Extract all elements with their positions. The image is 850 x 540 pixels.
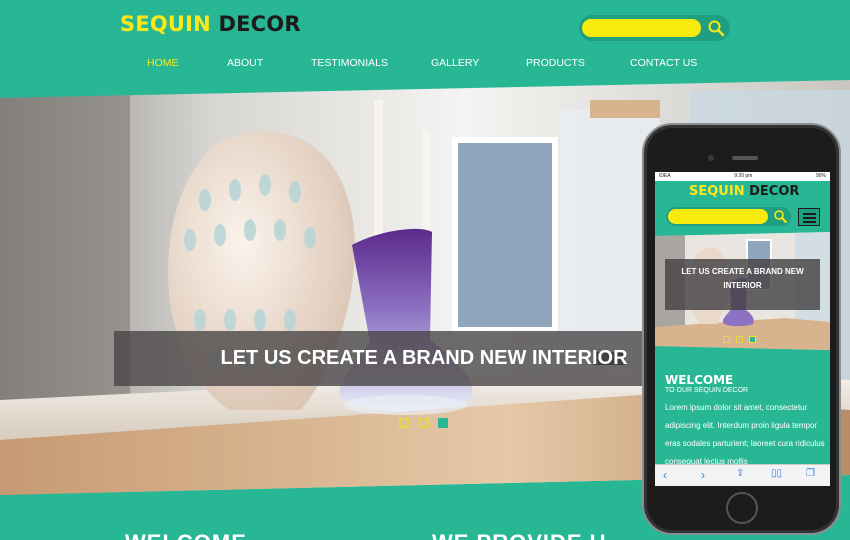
phone-search-input[interactable] bbox=[668, 209, 768, 224]
page: SEQUIN DECOR HOME ABOUT TESTIMONIALS GAL… bbox=[0, 0, 850, 540]
phone-hero-caption: LET US CREATE A BRAND NEW INTERIOR bbox=[665, 259, 820, 310]
phone-welcome-body: Lorem ipsum dolor sit amet, consectetur … bbox=[665, 403, 825, 466]
phone-search-bar bbox=[666, 207, 791, 226]
phone-status-bar: IDEA 9:20 pm 90% bbox=[655, 172, 830, 181]
phone-slider-dot-1[interactable] bbox=[723, 336, 730, 343]
provide-heading: WE PROVIDE U bbox=[432, 530, 607, 540]
phone-mockup: IDEA 9:20 pm 90% SEQUIN DECOR LET US CRE… bbox=[642, 123, 841, 535]
search-bar bbox=[579, 15, 730, 41]
phone-home-button[interactable] bbox=[726, 492, 758, 524]
slider-dot-2[interactable] bbox=[419, 418, 429, 428]
nav-home[interactable]: HOME bbox=[147, 57, 179, 69]
search-input[interactable] bbox=[582, 19, 701, 37]
site-logo[interactable]: SEQUIN DECOR bbox=[120, 12, 301, 36]
browser-share-icon[interactable]: ⇪ bbox=[736, 468, 744, 479]
phone-slider-dot-2[interactable] bbox=[736, 336, 743, 343]
welcome-heading: WELCOME bbox=[125, 530, 247, 540]
phone-welcome-title: WELCOME bbox=[665, 373, 734, 387]
phone-speaker bbox=[732, 156, 758, 160]
status-battery: 90% bbox=[815, 173, 826, 179]
logo-word-2: DECOR bbox=[218, 12, 301, 36]
browser-bookmarks-icon[interactable]: ▯▯ bbox=[771, 468, 782, 479]
slider-dot-1[interactable] bbox=[399, 418, 409, 428]
slider-dot-3[interactable] bbox=[438, 418, 448, 428]
hero-caption: LET US CREATE A BRAND NEW INTERIOR bbox=[220, 347, 628, 369]
phone-welcome: WELCOME TO OUR SEQUIN DECOR bbox=[665, 373, 748, 394]
browser-forward-icon[interactable]: › bbox=[701, 468, 705, 482]
hero-caption-box: LET US CREATE A BRAND NEW INTERIOR bbox=[114, 331, 644, 386]
nav-products[interactable]: PRODUCTS bbox=[526, 57, 585, 69]
phone-search-icon[interactable] bbox=[772, 208, 788, 224]
nav-contact-us[interactable]: CONTACT US bbox=[630, 57, 697, 69]
phone-slider-dot-3[interactable] bbox=[749, 336, 756, 343]
nav-gallery[interactable]: GALLERY bbox=[431, 57, 479, 69]
phone-browser-toolbar: ‹ › ⇪ ▯▯ ❐ bbox=[655, 464, 830, 486]
main-nav: HOME ABOUT TESTIMONIALS GALLERY PRODUCTS… bbox=[0, 57, 850, 73]
status-time: 9:20 pm bbox=[734, 173, 753, 179]
status-carrier: IDEA bbox=[659, 173, 671, 179]
logo-word-1: SEQUIN bbox=[120, 12, 211, 36]
phone-logo[interactable]: SEQUIN DECOR bbox=[689, 184, 799, 199]
phone-logo-word-1: SEQUIN bbox=[689, 184, 745, 199]
nav-testimonials[interactable]: TESTIMONIALS bbox=[311, 57, 388, 69]
search-icon[interactable] bbox=[706, 18, 726, 38]
hamburger-menu-icon[interactable] bbox=[798, 208, 820, 226]
browser-tabs-icon[interactable]: ❐ bbox=[806, 468, 815, 479]
phone-welcome-subtitle: TO OUR SEQUIN DECOR bbox=[665, 387, 749, 394]
phone-logo-word-2: DECOR bbox=[749, 184, 800, 199]
browser-back-icon[interactable]: ‹ bbox=[663, 468, 667, 482]
phone-screen: IDEA 9:20 pm 90% SEQUIN DECOR LET US CRE… bbox=[655, 172, 830, 486]
nav-about[interactable]: ABOUT bbox=[227, 57, 263, 69]
phone-camera bbox=[708, 155, 714, 161]
